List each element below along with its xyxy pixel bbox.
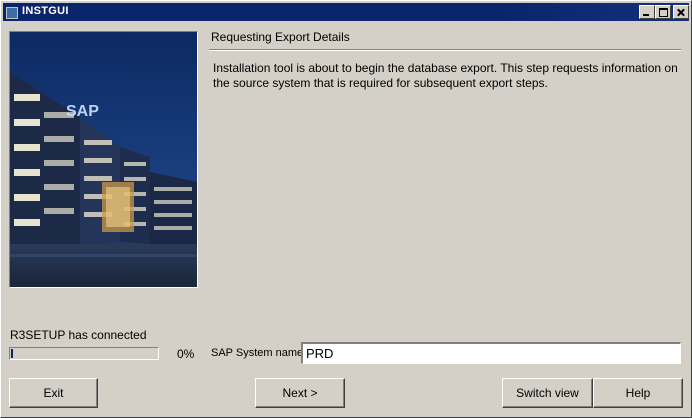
minimize-button[interactable] — [639, 5, 655, 19]
progress-percent: 0% — [177, 347, 195, 361]
system-name-input[interactable] — [301, 342, 681, 364]
installer-window: INSTGUI SAP Requesting Export Details In… — [0, 0, 692, 418]
help-button[interactable]: Help — [593, 378, 683, 408]
connection-status: R3SETUP has connected — [10, 328, 147, 342]
maximize-button[interactable] — [655, 5, 671, 19]
progress-bar — [9, 347, 159, 360]
step-description: Installation tool is about to begin the … — [213, 61, 678, 90]
exit-button[interactable]: Exit — [9, 378, 98, 408]
sap-logo-text: SAP — [66, 103, 99, 120]
progress-start-marker — [11, 349, 13, 358]
building-photo: SAP — [9, 31, 198, 288]
page-title: Requesting Export Details — [211, 30, 350, 44]
window-title: INSTGUI — [22, 5, 69, 17]
title-divider — [209, 49, 681, 51]
system-name-label: SAP System name — [211, 347, 304, 359]
next-button[interactable]: Next > — [255, 378, 345, 408]
title-bar[interactable]: INSTGUI — [3, 3, 689, 21]
switch-view-button[interactable]: Switch view — [502, 378, 593, 408]
app-icon — [6, 7, 18, 19]
close-button[interactable] — [673, 5, 689, 19]
